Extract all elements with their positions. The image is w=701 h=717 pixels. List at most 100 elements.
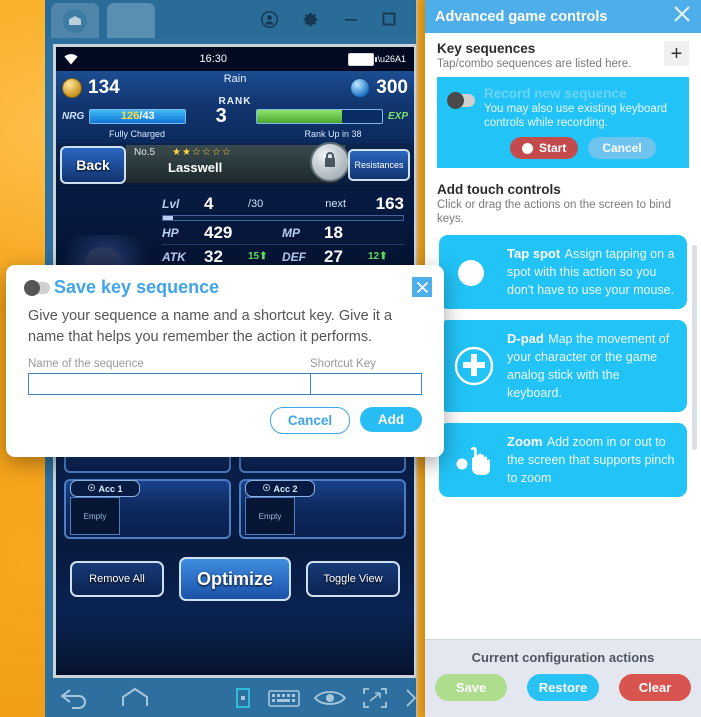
- pinch-zoom-icon: [451, 437, 497, 483]
- shortcut-field-label: Shortcut Key: [310, 358, 376, 370]
- stat-key: ATK: [162, 249, 186, 264]
- panel-title: Advanced game controls: [435, 8, 608, 25]
- house-icon: [63, 8, 87, 33]
- toggle-view-button[interactable]: Toggle View: [306, 561, 400, 597]
- slot-empty-state: Empty: [245, 497, 295, 535]
- slot-tag: ☉ Acc 2: [245, 480, 315, 497]
- stat-key: MP: [282, 225, 300, 240]
- footer-title: Current configuration actions: [471, 650, 655, 665]
- home-icon[interactable]: [105, 687, 165, 709]
- account-icon[interactable]: [258, 8, 280, 30]
- stat-row: HP 429 MP 18: [162, 221, 404, 245]
- toggle-switch-icon[interactable]: [447, 92, 475, 109]
- cancel-recording-button[interactable]: Cancel: [588, 137, 656, 159]
- remove-all-button[interactable]: Remove All: [70, 561, 164, 597]
- plus-icon[interactable]: +: [664, 41, 689, 66]
- stat-key: HP: [162, 225, 179, 240]
- status-time: 16:30: [199, 53, 227, 65]
- expand-icon[interactable]: [353, 687, 397, 709]
- key-sequences-subtitle: Tap/combo sequences are listed here.: [437, 58, 632, 70]
- maximize-icon[interactable]: [378, 8, 400, 30]
- battery-icon: [348, 52, 378, 66]
- resistances-button[interactable]: Resistances: [348, 149, 410, 181]
- exp-bar: [256, 108, 383, 124]
- stat-delta: 12⬆: [368, 251, 388, 262]
- game-header: 134 Rain RANK 300 NRG 126/43 3 EXP Fully…: [56, 71, 414, 143]
- nrg-bar: 126/43: [89, 108, 187, 124]
- panel-scroll-area: Key sequences Tap/combo sequences are li…: [425, 33, 701, 640]
- coin-count: 134: [88, 77, 120, 98]
- minimize-icon[interactable]: [340, 8, 362, 30]
- lvl-label: Lvl: [162, 197, 180, 211]
- emulator-titlebar: [45, 0, 434, 38]
- record-subtitle: You may also use existing keyboard contr…: [484, 103, 668, 129]
- close-icon[interactable]: [412, 277, 432, 297]
- touch-control-card-dpad[interactable]: D-pad Map the movement of your character…: [439, 320, 687, 412]
- gem-icon: [350, 78, 371, 98]
- accessory-icon: ☉: [87, 483, 96, 493]
- panel-header: Advanced game controls: [425, 0, 701, 33]
- back-icon[interactable]: [45, 687, 105, 709]
- stat-value: 429: [204, 222, 233, 242]
- sequence-name-input[interactable]: [28, 373, 310, 395]
- touch-controls-title: Add touch controls: [437, 182, 561, 197]
- equipment-slot-acc1[interactable]: ☉ Acc 1 Empty: [64, 479, 231, 539]
- cancel-button[interactable]: Cancel: [270, 407, 350, 434]
- shortcut-key-input[interactable]: [310, 373, 422, 395]
- card-title: Tap spot: [507, 246, 561, 261]
- lvl-max: /30: [248, 198, 264, 210]
- close-icon[interactable]: [673, 5, 691, 28]
- touch-control-card-tap-spot[interactable]: Tap spot Assign tapping on a spot with t…: [439, 235, 687, 309]
- clear-config-button[interactable]: Clear: [619, 674, 691, 701]
- save-config-button[interactable]: Save: [435, 674, 507, 701]
- optimize-button[interactable]: Optimize: [179, 557, 291, 601]
- nrg-max: /43: [139, 110, 155, 122]
- exp-label: EXP: [387, 110, 408, 122]
- emulator-bottom-bar: [45, 678, 425, 717]
- stat-value: 18: [324, 222, 343, 242]
- touch-control-card-zoom[interactable]: Zoom Add zoom in or out to the screen th…: [439, 423, 687, 497]
- nrg-label: NRG: [62, 110, 85, 122]
- add-button[interactable]: Add: [360, 407, 422, 432]
- slot-empty-state: Empty: [70, 497, 120, 535]
- settings-gear-icon[interactable]: [300, 8, 322, 30]
- toggle-switch-icon: [24, 279, 50, 296]
- rank-up-status: Rank Up in 38: [304, 129, 362, 139]
- name-field-label: Name of the sequence: [28, 358, 144, 370]
- rank-name: Rain: [223, 73, 247, 85]
- fullscreen-app-icon[interactable]: [225, 687, 261, 709]
- stat-delta: 15⬆: [248, 251, 268, 262]
- save-key-sequence-dialog: Save key sequence Give your sequence a n…: [6, 265, 444, 457]
- home-tab[interactable]: [51, 3, 99, 38]
- next-label: next: [325, 198, 346, 210]
- eye-icon[interactable]: [307, 687, 353, 709]
- dialog-header: Save key sequence: [6, 265, 444, 298]
- wifi-icon: [64, 53, 78, 64]
- accessory-icon: ☉: [262, 483, 271, 493]
- start-recording-button[interactable]: Start: [510, 137, 579, 159]
- nrg-current: 126: [120, 110, 140, 122]
- gem-count: 300: [376, 77, 408, 98]
- touch-controls-subtitle: Click or drag the actions on the screen …: [437, 199, 671, 225]
- game-tab[interactable]: [107, 3, 155, 38]
- character-name: Lasswell: [168, 160, 223, 175]
- equipment-slot-acc2[interactable]: ☉ Acc 2 Empty: [239, 479, 406, 539]
- start-label: Start: [539, 141, 567, 155]
- key-sequences-section: Key sequences Tap/combo sequences are li…: [425, 33, 701, 71]
- dialog-fields: Name of the sequence Shortcut Key: [6, 348, 444, 395]
- record-dot-icon: [522, 142, 533, 154]
- back-button[interactable]: Back: [60, 146, 126, 184]
- tap-spot-icon: [451, 249, 497, 295]
- keyboard-icon[interactable]: [261, 687, 307, 709]
- character-bar: Back No.5 ★★☆☆☆☆ Lasswell Resistances: [56, 142, 414, 187]
- restore-config-button[interactable]: Restore: [527, 674, 599, 701]
- record-new-sequence-card: Record new sequence You may also use exi…: [437, 77, 689, 168]
- next-value: 163: [375, 194, 404, 213]
- key-sequences-title: Key sequences: [437, 41, 536, 56]
- charged-status: Fully Charged: [108, 129, 166, 139]
- character-stars: ★★☆☆☆☆: [172, 147, 232, 158]
- advanced-game-controls-panel: Advanced game controls Key sequences Tap…: [425, 0, 701, 717]
- panel-scrollbar[interactable]: [692, 245, 697, 450]
- card-title: Zoom: [507, 434, 543, 449]
- stat-value: 27: [324, 246, 343, 266]
